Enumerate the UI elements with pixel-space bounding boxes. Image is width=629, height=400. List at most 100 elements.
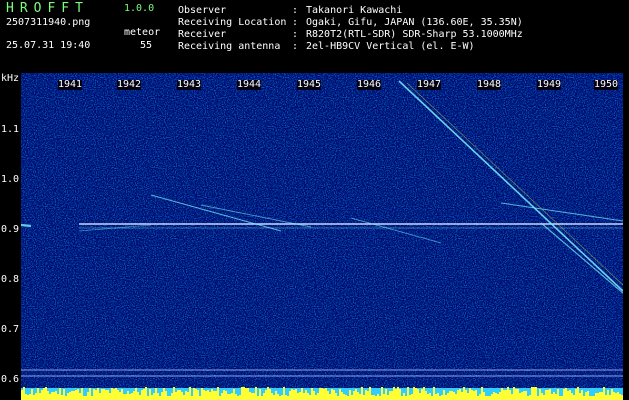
level-band-bar [127,391,129,400]
y-tick-label: 0.8 [1,274,20,285]
y-tick-label: 0.9 [1,224,20,235]
level-band-bar [473,391,475,400]
level-band-bar [87,392,89,400]
level-band-bar [515,389,517,400]
level-band-bar [525,391,527,400]
level-band-bar [211,389,213,400]
level-band-bar [371,395,373,400]
level-band-bar [131,393,133,400]
level-band-bar [55,391,57,400]
level-band-bar [323,389,325,400]
level-band-bar [147,396,149,400]
level-band-bar [349,390,351,400]
y-axis-unit: kHz [1,73,20,84]
level-band-bar [317,393,319,400]
level-band-bar [407,387,409,400]
level-band-bar [571,393,573,400]
level-band-bar [97,388,99,400]
level-band-bar [81,388,83,400]
level-band-bar [165,391,167,400]
level-band-bar [513,387,515,400]
level-band-bar [621,395,623,400]
level-band-bar [613,392,615,400]
level-band-bar [373,395,375,400]
level-band-bar [111,388,113,400]
level-band-bar [275,391,277,400]
level-band-bar [329,394,331,400]
level-band-bar [305,390,307,400]
level-band-bar [303,393,305,400]
level-band-bar [461,392,463,400]
level-band-bar [375,396,377,400]
level-band-bar [333,390,335,400]
level-band-bar [481,387,483,400]
carrier-signal-line [21,223,32,228]
level-band-bar [443,390,445,400]
level-band-bar [469,388,471,400]
hrofft-window: HROFFT 1.0.0 2507311940.png meteor 25.07… [0,0,629,400]
level-band-bar [477,396,479,400]
level-band-bar [245,388,247,400]
level-band-bar [179,390,181,400]
level-band-bar [585,392,587,400]
level-band-bar [93,389,95,400]
level-band-bar [91,396,93,400]
level-band-bar [429,393,431,400]
level-band-bar [517,389,519,400]
level-band-bar [491,394,493,400]
level-band-bar [413,387,415,400]
level-band-bar [609,395,611,400]
x-tick-label: 1943 [176,79,202,90]
level-band-bar [171,393,173,400]
level-band-bar [327,391,329,400]
level-band-bar [435,394,437,400]
level-band-bar [483,392,485,400]
level-band-bar [377,394,379,400]
level-band-bar [37,388,39,400]
level-band-bar [307,393,309,400]
level-band-bar [501,388,503,400]
header-panel: HROFFT 1.0.0 2507311940.png meteor 25.07… [0,0,629,73]
level-band-bar [125,394,127,400]
y-tick-label: 1.0 [1,174,20,185]
level-band-bar [599,392,601,400]
x-tick-label: 1948 [476,79,502,90]
level-band-bar [141,390,143,400]
level-band-bar [423,387,425,400]
level-band-bar [187,392,189,400]
level-band-bar [143,389,145,400]
level-band-bar [311,388,313,400]
level-band-bar [35,393,37,400]
info-label-receiver: Receiver [178,29,227,40]
level-band-bar [465,390,467,400]
level-band-bar [265,390,267,400]
level-band-bar [177,390,179,400]
level-band-bar [253,393,255,400]
date-time: 25.07.31 19:40 [6,40,91,51]
x-tick-label: 1942 [116,79,142,90]
level-band-bar [287,396,289,400]
level-band-bar [553,392,555,400]
level-band-bar [511,394,513,400]
level-band-bar [485,396,487,400]
level-band-bar [51,392,53,400]
level-band-bar [345,395,347,400]
level-band-bar [235,394,237,400]
level-band-bar [201,388,203,400]
level-band-bar [401,396,403,400]
level-band-bar [573,395,575,400]
level-band-bar [79,393,81,400]
level-band-bar [295,389,297,400]
level-band-bar [355,389,357,400]
level-band-bar [263,393,265,400]
level-band-bar [409,395,411,400]
level-band-bar [449,391,451,400]
level-band-bar [533,387,535,400]
level-band-bar [259,389,261,400]
info-colon: : [292,17,299,28]
level-band-bar [215,391,217,400]
level-band-bar [41,390,43,400]
level-band-bar [419,393,421,400]
level-band-bar [439,396,441,400]
level-band-bar [203,390,205,400]
